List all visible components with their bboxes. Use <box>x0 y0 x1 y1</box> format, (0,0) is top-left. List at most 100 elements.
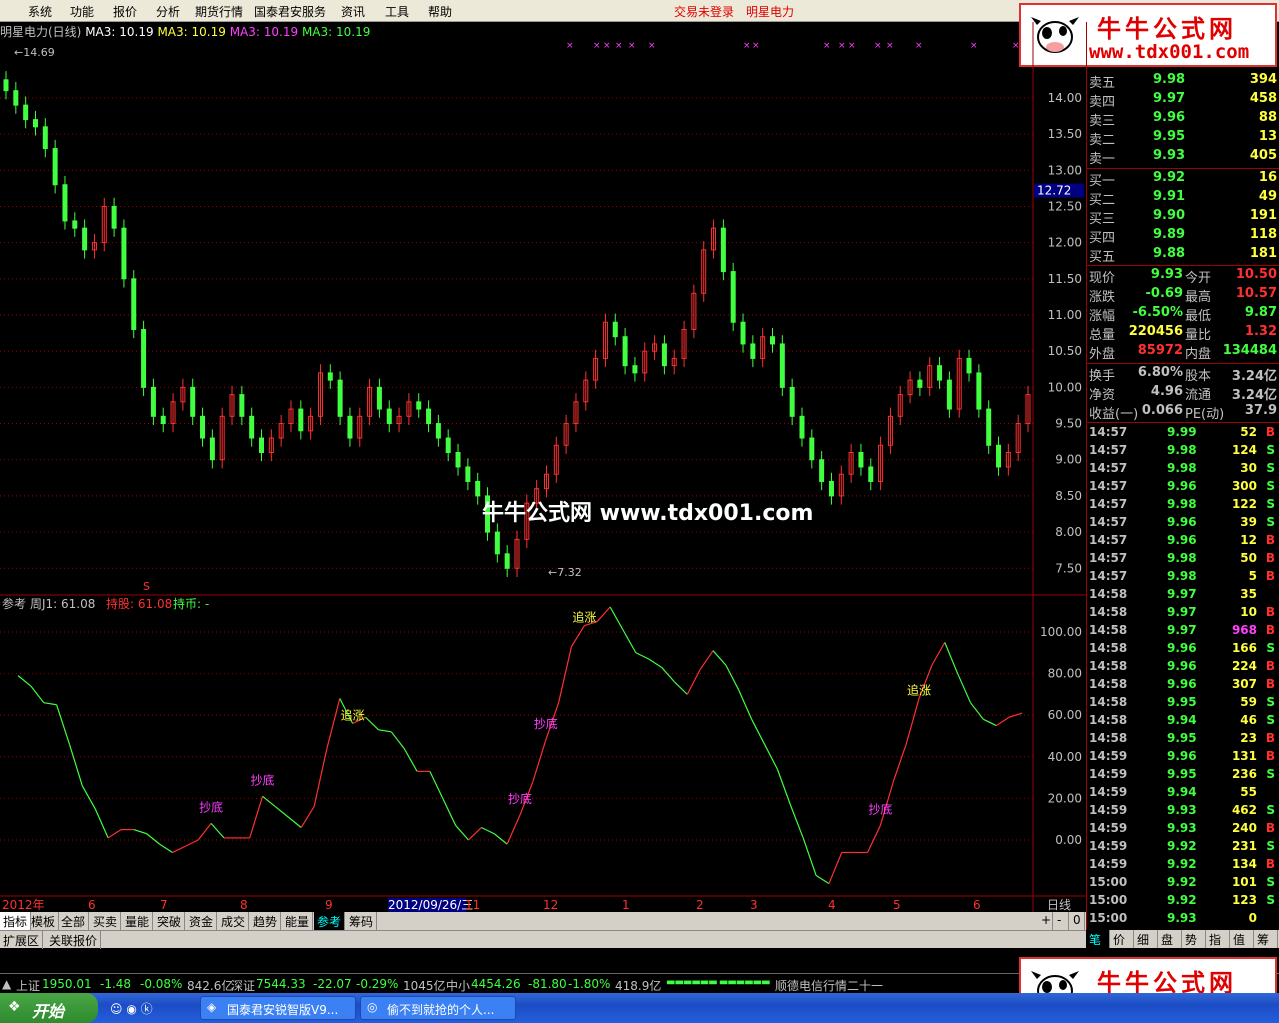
zoom-button-0[interactable]: + <box>1038 912 1053 930</box>
tick-volume: 50 <box>1240 551 1257 565</box>
zx-name[interactable]: 中小 <box>446 977 470 994</box>
ask-volume: 13 <box>1258 129 1277 144</box>
tab-6[interactable]: 资金 <box>186 912 218 930</box>
price-tick-label: 7.50 <box>1055 561 1082 575</box>
sz-value: 7544.33 <box>256 977 306 991</box>
stat-row[interactable]: 总量 220456 量比 1.32 <box>1087 324 1279 343</box>
tick-row: 14:58 9.96 224 B <box>1087 658 1279 676</box>
news-ticker[interactable]: 顺德电信行情二十一 <box>775 977 883 994</box>
tick-time: 14:57 <box>1089 425 1128 439</box>
stat-row[interactable]: 现价 9.93 今开 10.50 <box>1087 267 1279 286</box>
indicator-segment <box>493 833 508 845</box>
price-tick-label: 9.00 <box>1055 453 1082 467</box>
detail-tab-2[interactable]: 细 <box>1134 930 1158 948</box>
ext-tab-0[interactable]: 扩展区 <box>0 931 44 949</box>
indicator-segment <box>699 650 714 670</box>
tab-1[interactable]: 模板 <box>28 912 60 930</box>
detail-tab-3[interactable]: 盘 <box>1158 930 1182 948</box>
menu-item-tools[interactable]: 工具 <box>385 3 409 20</box>
detail-tab-1[interactable]: 价 <box>1110 930 1134 948</box>
tick-volume: 12 <box>1240 533 1257 547</box>
tick-direction: S <box>1266 713 1275 727</box>
menu-item-help[interactable]: 帮助 <box>428 3 452 20</box>
current-price-label: 12.72 <box>1037 184 1071 198</box>
zoom-button-2[interactable]: 0 <box>1070 912 1085 930</box>
detail-tab-7[interactable]: 筹 <box>1254 930 1278 948</box>
indicator-segment <box>751 719 766 745</box>
ask-row[interactable]: 卖二 9.95 13 <box>1087 129 1279 148</box>
stat-row[interactable]: 收益(一) 0.066 PE(动) 37.9 <box>1087 403 1279 422</box>
ask-label: 卖五 <box>1089 76 1116 91</box>
trade-status[interactable]: 交易未登录 <box>674 3 734 20</box>
tab-0[interactable]: 指标 <box>0 912 32 930</box>
xaxis-label: 8 <box>240 898 248 912</box>
sh-name[interactable]: 上证 <box>16 977 40 994</box>
tab-11[interactable]: 筹码 <box>346 912 378 930</box>
stat-row[interactable]: 涨幅 -6.50% 最低 9.87 <box>1087 305 1279 324</box>
ask-row[interactable]: 卖一 9.93 405 <box>1087 148 1279 167</box>
indicator-segment <box>828 852 843 884</box>
stat-row[interactable]: 外盘 85972 内盘 134484 <box>1087 343 1279 362</box>
detail-tab-0[interactable]: 笔 <box>1086 930 1110 948</box>
tick-direction: S <box>1266 479 1275 493</box>
tick-price: 9.95 <box>1167 695 1197 709</box>
candle-body <box>386 408 392 425</box>
stat-row[interactable]: 涨跌 -0.69 最高 10.57 <box>1087 286 1279 305</box>
candle-body <box>160 415 166 425</box>
menu-item-analysis[interactable]: 分析 <box>156 3 180 20</box>
bid-row[interactable]: 买五 9.88 181 <box>1087 246 1279 265</box>
ext-tab-1[interactable]: 关联报价 <box>46 931 102 949</box>
bid-row[interactable]: 买一 9.92 16 <box>1087 170 1279 189</box>
taskbar-button-browser[interactable]: ◎ 偷不到就抢的个人... <box>360 996 516 1020</box>
menu-item-quote[interactable]: 报价 <box>113 3 137 20</box>
menu-item-info[interactable]: 资讯 <box>341 3 365 20</box>
candle-body <box>249 415 255 439</box>
start-button[interactable]: ❖ 开始 <box>0 993 98 1023</box>
menu-item-futures[interactable]: 期货行情 <box>195 3 243 20</box>
quicklaunch-icons[interactable]: ☺ ◉ ⓚ <box>110 1000 153 1017</box>
indicator-segment <box>403 748 418 772</box>
tab-9[interactable]: 能量 <box>282 912 314 930</box>
tick-price: 9.93 <box>1167 911 1197 925</box>
tab-2[interactable]: 全部 <box>58 912 90 930</box>
zoom-button-1[interactable]: - <box>1054 912 1069 930</box>
signal-marker-icon: × <box>615 41 623 51</box>
indicator-segment <box>944 642 959 674</box>
ask-row[interactable]: 卖五 9.98 394 <box>1087 72 1279 91</box>
menu-item-service[interactable]: 国泰君安服务 <box>254 3 326 20</box>
tab-5[interactable]: 突破 <box>154 912 186 930</box>
tab-4[interactable]: 量能 <box>122 912 154 930</box>
kline-chart[interactable]: 14.00 13.50 13.00 12.50 12.00 11.50 11.00 10.50… <box>0 22 1086 912</box>
detail-tab-5[interactable]: 指 <box>1206 930 1230 948</box>
detail-tab-4[interactable]: 势 <box>1182 930 1206 948</box>
tab-7[interactable]: 成交 <box>218 912 250 930</box>
tick-volume: 0 <box>1248 911 1257 925</box>
panel-separator <box>1087 265 1279 266</box>
tick-time: 15:00 <box>1089 875 1128 889</box>
ask-row[interactable]: 卖三 9.96 88 <box>1087 110 1279 129</box>
tab-10[interactable]: 参考 <box>314 912 346 930</box>
sz-name[interactable]: 深证 <box>231 977 255 994</box>
tab-3[interactable]: 买卖 <box>90 912 122 930</box>
stat-row[interactable]: 净资 4.96 流通 3.24亿 <box>1087 384 1279 403</box>
bid-row[interactable]: 买三 9.90 191 <box>1087 208 1279 227</box>
bid-row[interactable]: 买四 9.89 118 <box>1087 227 1279 246</box>
xaxis-label: 5 <box>893 898 901 912</box>
bid-row[interactable]: 买二 9.91 49 <box>1087 189 1279 208</box>
ask-row[interactable]: 卖四 9.97 458 <box>1087 91 1279 110</box>
stat-row[interactable]: 换手 6.80% 股本 3.24亿 <box>1087 365 1279 384</box>
tab-8[interactable]: 趋势 <box>250 912 282 930</box>
menu-item-system[interactable]: 系统 <box>28 3 52 20</box>
detail-tab-6[interactable]: 值 <box>1230 930 1254 948</box>
tick-volume: 52 <box>1240 425 1257 439</box>
indicator-segment <box>43 702 57 706</box>
panel-separator <box>1087 422 1279 423</box>
tick-time: 14:58 <box>1089 605 1128 619</box>
candle-body <box>23 104 29 121</box>
tick-direction: S <box>1266 875 1275 889</box>
tick-volume: 231 <box>1231 839 1257 853</box>
candle-body <box>819 459 825 482</box>
menu-item-function[interactable]: 功能 <box>70 3 94 20</box>
taskbar-button-trading[interactable]: ◈ 国泰君安锐智版V9... <box>200 996 356 1020</box>
bid-volume: 181 <box>1249 246 1277 261</box>
